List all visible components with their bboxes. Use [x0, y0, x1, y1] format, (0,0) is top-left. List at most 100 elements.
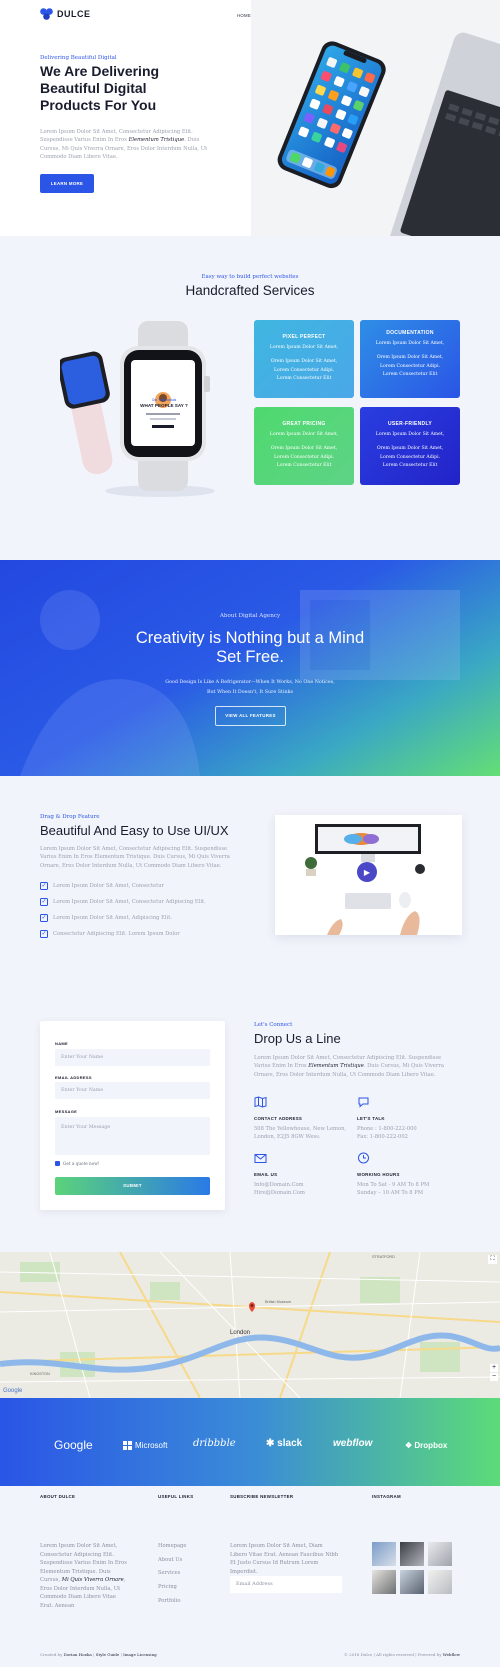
- email-label: EMAIL ADDRESS: [55, 1075, 92, 1080]
- checkbox-icon: ✓: [40, 930, 48, 939]
- instagram-thumbnail[interactable]: [428, 1542, 452, 1566]
- hero-section: DULCE HOMEPAGE ▾ PORTFOLIO ▾ ABOUT ▾ SER…: [0, 0, 500, 236]
- hero-body: Lorem Ipsum Dolor Sit Amet, Consectetur …: [40, 129, 208, 161]
- map-place-label: KINGSTON: [30, 1372, 50, 1376]
- contact-hours-block: WORKING HOURS Mon To Sat - 9 AM To 8 PM …: [357, 1151, 457, 1198]
- page: DULCE HOMEPAGE ▾ PORTFOLIO ▾ ABOUT ▾ SER…: [0, 0, 500, 1667]
- about-title: Creativity is Nothing but a Mind Set Free…: [135, 629, 365, 666]
- card-text: Lorem Ipsum Dolor Sit Amet, Orem Ipsum Do…: [269, 345, 339, 382]
- footer-section: ABOUT DULCE Lorem Ipsum Dolor Sit Amet, …: [0, 1486, 500, 1667]
- footer-link-portfolio[interactable]: Portfolio: [158, 1598, 180, 1604]
- card-title: PIXEL PERFECT: [282, 334, 326, 340]
- contact-body: Lorem Ipsum Dolor Sit Amet, Consectetur …: [254, 1055, 444, 1078]
- footer-credits: Created by Dorian Hoxha | Style Guide | …: [40, 1652, 157, 1657]
- service-card-great-pricing[interactable]: GREAT PRICING Lorem Ipsum Dolor Sit Amet…: [254, 407, 354, 485]
- fullscreen-icon[interactable]: ⛶: [488, 1255, 497, 1264]
- service-card-user-friendly[interactable]: USER-FRIENDLY Lorem Ipsum Dolor Sit Amet…: [360, 407, 460, 485]
- brand-logo[interactable]: DULCE: [40, 8, 91, 20]
- card-text: Lorem Ipsum Dolor Sit Amet, Orem Ipsum Do…: [269, 432, 339, 469]
- map-city-label: London: [230, 1330, 251, 1336]
- feature-check-item: ✓ Consectetur Adipiscing Elit. Lorem Ipsu…: [40, 930, 180, 939]
- feature-check-item: ✓ Lorem Ipsum Dolor Sit Amet, Consectetur: [40, 882, 165, 891]
- envelope-icon: [254, 1154, 267, 1163]
- logo-mark-icon: [40, 8, 53, 20]
- style-guide-link[interactable]: Style Guide: [96, 1652, 120, 1657]
- map-place-label: British Museum: [265, 1300, 292, 1304]
- chat-bubble-icon: [358, 1097, 369, 1108]
- instagram-thumbnail[interactable]: [428, 1570, 452, 1594]
- dropbox-icon: ❖: [405, 1441, 413, 1450]
- webflow-link[interactable]: Webflow: [443, 1652, 460, 1657]
- footer-copyright: © 2018 Dulce | All rights reserved | Pow…: [343, 1652, 460, 1657]
- google-logo: Google: [3, 1388, 23, 1394]
- zoom-in-icon[interactable]: +: [490, 1364, 498, 1372]
- footer-about-text: Lorem Ipsum Dolor Sit Amet, Consectetur …: [40, 1543, 127, 1609]
- message-label: MESSAGE: [55, 1109, 78, 1114]
- footer-about-heading: ABOUT DULCE: [40, 1494, 76, 1499]
- contact-section: NAME Enter Your Name EMAIL ADDRESS Enter…: [0, 998, 500, 1252]
- footer-link-homepage[interactable]: Homepage: [158, 1543, 186, 1549]
- view-all-features-button[interactable]: VIEW ALL FEATURES: [215, 706, 286, 726]
- desk-video-thumbnail[interactable]: ▶: [275, 815, 462, 935]
- map-section[interactable]: London STRATFORD British Museum KINGSTON…: [0, 1252, 500, 1398]
- card-title: USER-FRIENDLY: [388, 421, 432, 427]
- map-canvas: [0, 1252, 500, 1398]
- credit-author-link[interactable]: Dorian Hoxha: [64, 1652, 92, 1657]
- smartwatch-image: Our Testimonials WHAT PEOPLE SAY ?: [57, 316, 230, 501]
- instagram-thumbnail[interactable]: [372, 1570, 396, 1594]
- footer-instagram-heading: INSTAGRAM: [372, 1494, 401, 1499]
- quote-checkbox-row[interactable]: Get a quote now!: [55, 1161, 100, 1166]
- clock-icon: [358, 1152, 369, 1164]
- checkbox-icon: ✓: [40, 914, 48, 923]
- services-kicker: Easy way to build perfect websites: [201, 274, 299, 280]
- email-input[interactable]: Enter Your Name: [55, 1082, 210, 1099]
- contact-address-block: CONTACT ADDRESS 508 The Yellowhouse, New…: [254, 1095, 354, 1142]
- map-place-label: STRATFORD: [372, 1255, 395, 1259]
- brand-name: DULCE: [57, 9, 91, 19]
- logo-microsoft: Microsoft: [123, 1441, 167, 1450]
- smartwatch-illustration: [57, 321, 215, 497]
- play-icon[interactable]: ▶: [357, 862, 377, 882]
- name-input[interactable]: Enter Your Name: [55, 1049, 210, 1066]
- footer-link-pricing[interactable]: Pricing: [158, 1584, 177, 1590]
- name-label: NAME: [55, 1041, 68, 1046]
- services-section: Easy way to build perfect websites Handc…: [0, 236, 500, 560]
- learn-more-button[interactable]: LEARN MORE: [40, 174, 94, 193]
- service-card-documentation[interactable]: DOCUMENTATION Lorem Ipsum Dolor Sit Amet…: [360, 320, 460, 398]
- newsletter-email-input[interactable]: Email Address: [230, 1576, 342, 1593]
- contact-form: NAME Enter Your Name EMAIL ADDRESS Enter…: [40, 1021, 225, 1210]
- client-logos-section: Google Microsoft dribbble ✱ slack webflo…: [0, 1398, 500, 1486]
- contact-talk-block: LET'S TALK Phone : 1-800-222-000 Fax: 1-…: [357, 1095, 457, 1142]
- instagram-thumbnail[interactable]: [372, 1542, 396, 1566]
- instagram-thumbnail[interactable]: [400, 1570, 424, 1594]
- feature-title: Beautiful And Easy to Use UI/UX: [40, 823, 229, 838]
- card-title: GREAT PRICING: [282, 421, 326, 427]
- footer-newsletter-text: Lorem Ipsum Dolor Sit Amet, Diam Libero …: [230, 1543, 339, 1575]
- image-licensing-link[interactable]: Image Licensing: [123, 1652, 157, 1657]
- zoom-out-icon[interactable]: −: [490, 1373, 498, 1381]
- about-section: About Digital Agency Creativity is Nothi…: [0, 560, 500, 776]
- feature-body: Lorem Ipsum Dolor Sit Amet, Consectetur …: [40, 846, 230, 869]
- checkbox-icon[interactable]: [55, 1161, 60, 1166]
- footer-link-services[interactable]: Services: [158, 1570, 180, 1576]
- services-title: Handcrafted Services: [185, 283, 315, 298]
- submit-button[interactable]: SUBMIT: [55, 1177, 210, 1195]
- card-text: Lorem Ipsum Dolor Sit Amet, Orem Ipsum Do…: [375, 341, 445, 378]
- feature-kicker: Drag & Drop Feature: [40, 814, 100, 820]
- message-textarea[interactable]: Enter Your Message: [55, 1117, 210, 1155]
- logo-slack: ✱ slack: [266, 1438, 303, 1449]
- contact-email-block: EMAIL US Info@Domain.Com Hire@Domain.Com: [254, 1151, 354, 1198]
- card-text: Lorem Ipsum Dolor Sit Amet, Orem Ipsum Do…: [375, 432, 445, 469]
- footer-newsletter-heading: SUBSCRIBE NEWSLETTER: [230, 1494, 294, 1499]
- feature-check-item: ✓ Lorem Ipsum Dolor Sit Amet, Adipiscing …: [40, 914, 172, 923]
- smartphone-illustration: [251, 0, 500, 236]
- footer-link-about-us[interactable]: About Us: [158, 1557, 182, 1563]
- about-body: Good Design Is Like A Refrigerator—When …: [165, 680, 335, 695]
- about-kicker: About Digital Agency: [219, 613, 281, 619]
- service-card-pixel-perfect[interactable]: PIXEL PERFECT Lorem Ipsum Dolor Sit Amet…: [254, 320, 354, 398]
- instagram-thumbnail[interactable]: [400, 1542, 424, 1566]
- logo-webflow: webflow: [333, 1438, 373, 1449]
- slack-hash-icon: ✱: [266, 1438, 275, 1449]
- checkbox-icon: ✓: [40, 882, 48, 891]
- hero-kicker: Delivering Beautiful Digital: [40, 55, 117, 61]
